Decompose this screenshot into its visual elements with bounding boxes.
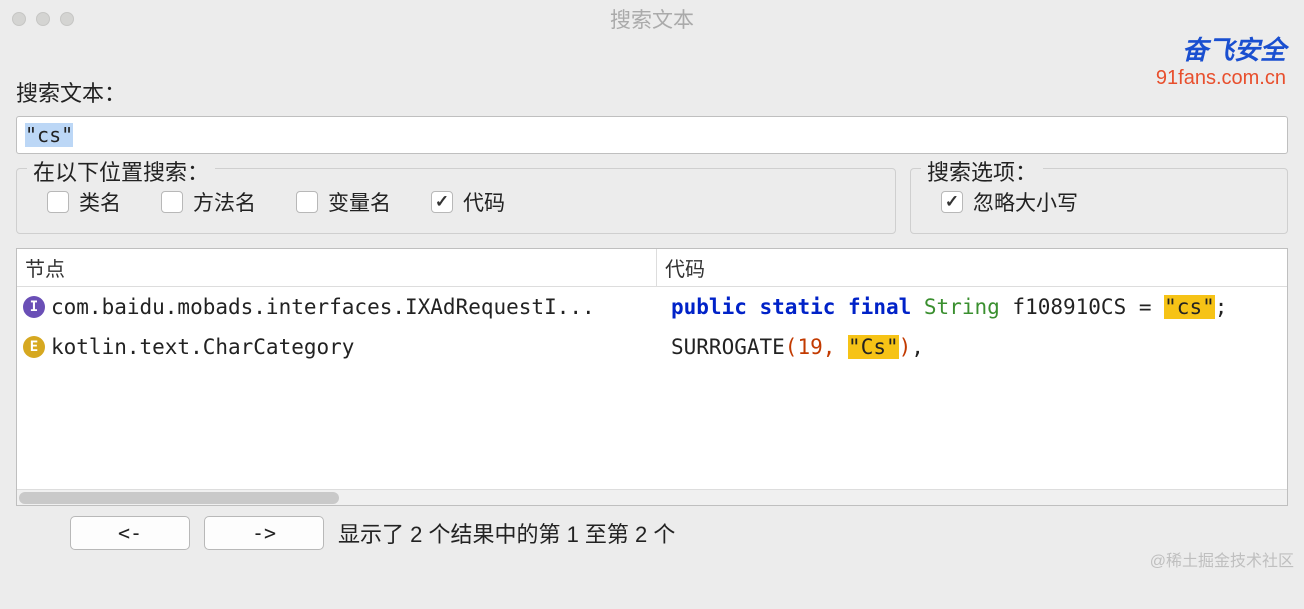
enum-icon: E [23, 336, 45, 358]
scope-option-label: 代码 [463, 187, 505, 217]
results-table: 节点 代码 Icom.baidu.mobads.interfaces.IXAdR… [16, 248, 1288, 506]
search-label: 搜索文本： [16, 76, 1288, 108]
table-row[interactable]: Ekotlin.text.CharCategory SURROGATE(19, "… [17, 327, 1287, 367]
column-node-header[interactable]: 节点 [17, 249, 657, 286]
window-title: 搜索文本 [0, 4, 1304, 34]
next-button[interactable]: -> [204, 516, 324, 550]
code-snippet: SURROGATE(19, "Cs"), [657, 335, 1287, 359]
interface-icon: I [23, 296, 45, 318]
scope-option[interactable]: 类名 [47, 187, 121, 217]
scrollbar-thumb[interactable] [19, 492, 339, 504]
search-options-group: 搜索选项： 忽略大小写 [910, 168, 1288, 234]
search-input[interactable]: "cs" [16, 116, 1288, 154]
code-snippet: public static final String f108910CS = "… [657, 295, 1287, 319]
bottom-bar: <- -> 显示了 2 个结果中的第 1 至第 2 个 [0, 506, 1304, 550]
checkbox-icon[interactable] [941, 191, 963, 213]
scope-option-label: 类名 [79, 187, 121, 217]
window-titlebar: 搜索文本 [0, 0, 1304, 38]
brand-name: 奋飞安全 [1156, 30, 1286, 67]
prev-button[interactable]: <- [70, 516, 190, 550]
node-path: com.baidu.mobads.interfaces.IXAdRequestI… [51, 295, 595, 319]
results-header: 节点 代码 [17, 249, 1287, 287]
brand-watermark: 奋飞安全 91fans.com.cn [1156, 30, 1286, 90]
checkbox-icon[interactable] [161, 191, 183, 213]
scope-option-label: 变量名 [328, 187, 391, 217]
scope-option[interactable]: 方法名 [161, 187, 256, 217]
status-text: 显示了 2 个结果中的第 1 至第 2 个 [338, 517, 675, 549]
node-path: kotlin.text.CharCategory [51, 335, 354, 359]
column-code-header[interactable]: 代码 [657, 249, 1287, 286]
scope-option[interactable]: 代码 [431, 187, 505, 217]
search-option[interactable]: 忽略大小写 [941, 187, 1078, 217]
checkbox-icon[interactable] [431, 191, 453, 213]
search-scope-legend: 在以下位置搜索： [27, 155, 215, 187]
scope-option-label: 方法名 [193, 187, 256, 217]
checkbox-icon[interactable] [296, 191, 318, 213]
search-options-legend: 搜索选项： [921, 155, 1043, 187]
footer-watermark: @稀土掘金技术社区 [1150, 547, 1294, 571]
brand-url: 91fans.com.cn [1156, 67, 1286, 90]
table-row[interactable]: Icom.baidu.mobads.interfaces.IXAdRequest… [17, 287, 1287, 327]
horizontal-scrollbar[interactable] [17, 489, 1287, 505]
search-value: "cs" [25, 123, 73, 147]
search-scope-group: 在以下位置搜索： 类名方法名变量名代码 [16, 168, 896, 234]
search-option-label: 忽略大小写 [973, 187, 1078, 217]
scope-option[interactable]: 变量名 [296, 187, 391, 217]
checkbox-icon[interactable] [47, 191, 69, 213]
